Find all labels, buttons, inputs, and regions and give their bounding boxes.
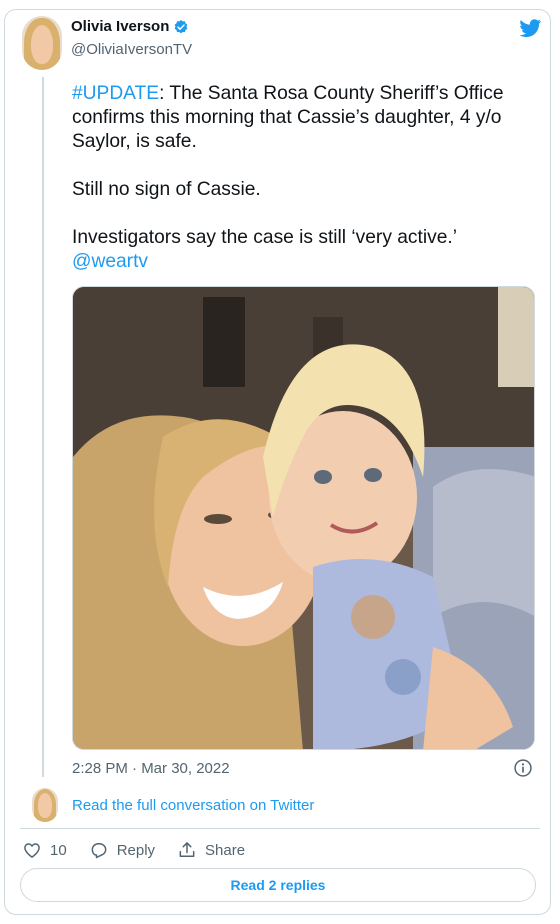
author-avatar-small[interactable]	[32, 788, 58, 822]
reply-label: Reply	[116, 841, 156, 859]
tweet-paragraph-1: #UPDATE: The Santa Rosa County Sheriff’s…	[72, 82, 532, 154]
tweet-line-3: Investigators say the case is still ‘ver…	[72, 227, 457, 248]
read-replies-button[interactable]: Read 2 replies	[20, 868, 536, 902]
like-count: 10	[50, 841, 67, 859]
share-label: Share	[205, 841, 246, 859]
author-avatar[interactable]	[22, 16, 62, 70]
author-name-row[interactable]: Olivia Iverson	[71, 18, 189, 35]
verified-badge-icon	[175, 19, 188, 33]
tweet-text: #UPDATE: The Santa Rosa County Sheriff’s…	[72, 82, 532, 274]
info-icon[interactable]	[513, 758, 533, 778]
tweet-photo[interactable]	[72, 286, 535, 750]
tweet-timestamp[interactable]: 2:28 PM · Mar 30, 2022	[72, 760, 230, 777]
share-icon	[179, 842, 195, 857]
read-conversation-link[interactable]: Read the full conversation on Twitter	[72, 797, 314, 814]
read-replies-label: Read 2 replies	[230, 877, 326, 893]
like-button[interactable]: 10	[22, 840, 67, 860]
photo-illustration	[73, 287, 534, 749]
share-button[interactable]: Share	[177, 840, 245, 860]
author-name[interactable]: Olivia Iverson	[71, 18, 169, 35]
tweet-paragraph-3: Investigators say the case is still ‘ver…	[72, 226, 532, 274]
heart-icon	[24, 843, 40, 858]
tweet-actions: 10 Reply Share	[22, 840, 267, 860]
reply-button[interactable]: Reply	[89, 840, 155, 860]
author-handle[interactable]: @OliviaIversonTV	[71, 41, 192, 58]
tweet-paragraph-2: Still no sign of Cassie.	[72, 179, 261, 200]
twitter-bird-icon[interactable]	[518, 17, 543, 39]
mention-link[interactable]: @weartv	[72, 251, 148, 272]
hashtag-link[interactable]: #UPDATE	[72, 83, 159, 104]
reply-icon	[91, 843, 107, 859]
thread-line	[42, 77, 44, 777]
divider	[20, 828, 540, 829]
